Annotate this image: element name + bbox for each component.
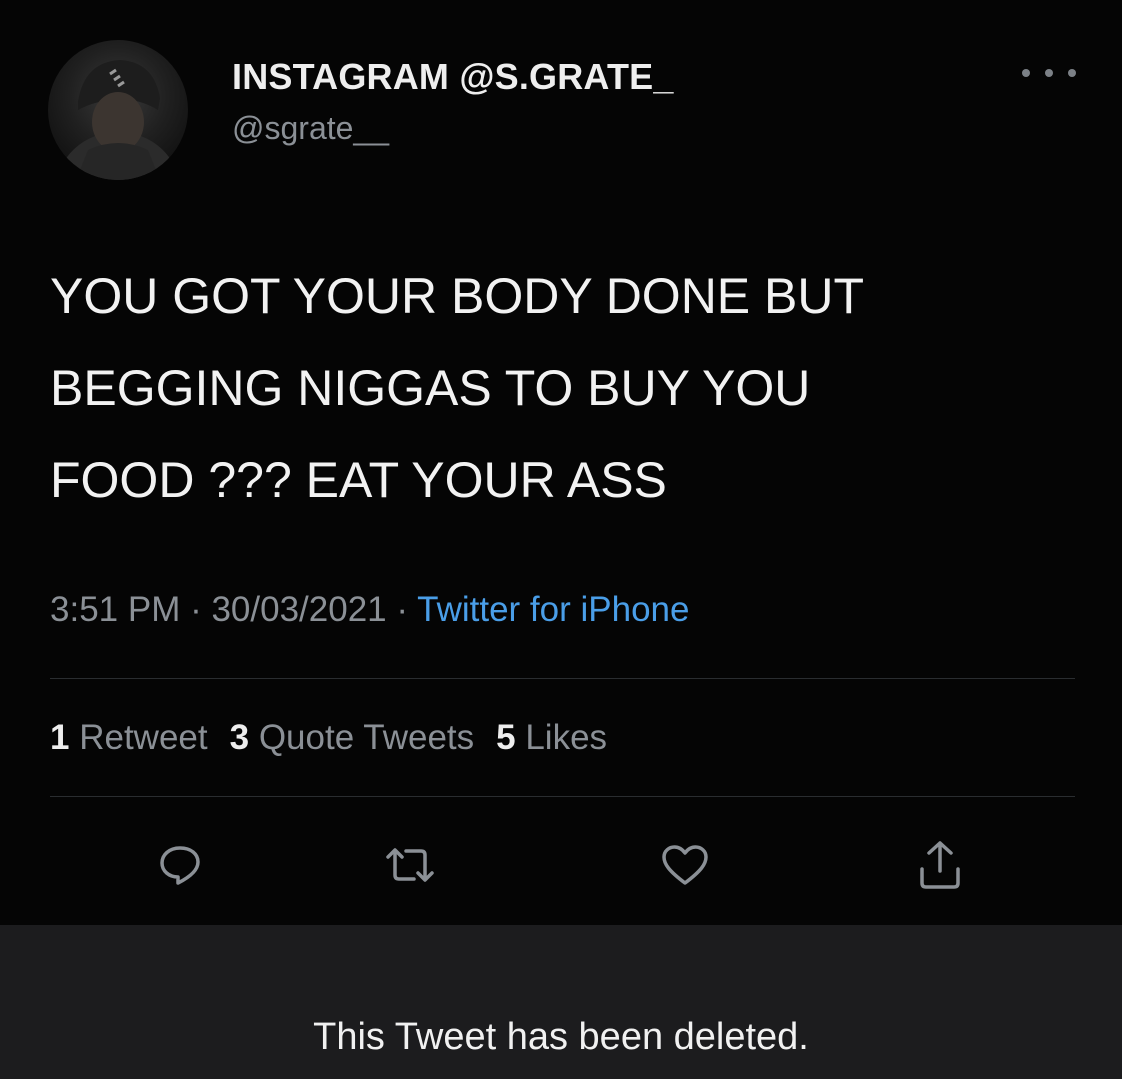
likes-count: 5 [496, 718, 516, 757]
engagement-stats: 1 Retweet 3 Quote Tweets 5 Likes [50, 718, 629, 758]
meta-separator: · [180, 590, 212, 629]
retweets-label: Retweet [79, 718, 208, 757]
reply-icon [160, 846, 200, 885]
quote-tweets-count: 3 [229, 718, 250, 757]
likes-stat[interactable]: 5 Likes [496, 718, 607, 757]
ellipsis-icon [1022, 69, 1030, 77]
tweet-source-link[interactable]: Twitter for iPhone [417, 590, 689, 629]
display-name[interactable]: INSTAGRAM @S.GRATE_ [232, 56, 674, 98]
share-icon [920, 841, 960, 889]
retweets-count: 1 [50, 718, 70, 757]
quote-tweets-stat[interactable]: 3 Quote Tweets [230, 718, 475, 757]
retweet-icon [386, 848, 434, 882]
like-button[interactable] [655, 835, 715, 895]
deleted-notice-text: This Tweet has been deleted. [313, 1016, 809, 1058]
tweet-date: 30/03/2021 [211, 590, 387, 629]
tweet-time: 3:51 PM [50, 590, 181, 629]
tweet-metadata: 3:51 PM · 30/03/2021 · Twitter for iPhon… [50, 590, 689, 630]
quote-tweets-label: Quote Tweets [258, 718, 475, 757]
tweet-text: YOU GOT YOUR BODY DONE BUT BEGGING NIGGA… [50, 268, 865, 508]
more-options-button[interactable] [1022, 58, 1076, 88]
avatar-image [56, 60, 180, 180]
user-handle[interactable]: @sgrate__ [232, 110, 389, 147]
like-icon [662, 845, 708, 885]
divider [50, 678, 1075, 679]
tweet-card: INSTAGRAM @S.GRATE_ @sgrate__ YOU GOT YO… [0, 0, 1122, 925]
share-button[interactable] [910, 835, 970, 895]
reply-button[interactable] [150, 835, 210, 895]
meta-separator: · [386, 590, 418, 629]
action-bar [0, 835, 1122, 895]
divider [50, 796, 1075, 797]
likes-label: Likes [525, 718, 608, 757]
avatar[interactable] [48, 40, 188, 180]
retweet-button[interactable] [380, 835, 440, 895]
retweets-stat[interactable]: 1 Retweet [50, 718, 208, 757]
